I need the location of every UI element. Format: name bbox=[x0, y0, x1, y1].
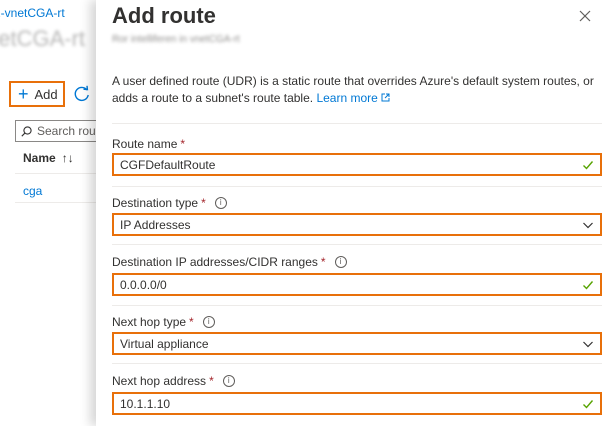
info-icon[interactable]: i bbox=[202, 316, 215, 328]
destination-type-value: IP Addresses bbox=[120, 217, 191, 232]
name-column-header[interactable]: Name ↑↓ bbox=[23, 151, 74, 165]
destination-type-label-text: Destination type bbox=[112, 196, 199, 210]
divider bbox=[112, 363, 602, 364]
close-icon[interactable] bbox=[578, 9, 592, 23]
route-table-blade: 2-vnetCGA-rt netCGA-rt + Add Search rout… bbox=[0, 0, 96, 426]
divider bbox=[112, 186, 602, 187]
destination-cidr-value: 0.0.0.0/0 bbox=[120, 277, 167, 292]
divider bbox=[112, 123, 602, 124]
next-hop-address-input[interactable]: 10.1.1.10 bbox=[112, 392, 602, 415]
next-hop-address-label: Next hop address * i bbox=[112, 374, 235, 388]
refresh-icon[interactable] bbox=[73, 85, 91, 103]
panel-title: Add route bbox=[112, 3, 216, 28]
divider bbox=[112, 244, 602, 245]
breadcrumb[interactable]: 2-vnetCGA-rt bbox=[0, 6, 65, 20]
divider bbox=[15, 202, 96, 203]
plus-icon: + bbox=[18, 84, 29, 104]
learn-more-label: Learn more bbox=[316, 91, 378, 105]
add-route-panel: Add route Ror intelliferen in vnetCGA-rt… bbox=[96, 0, 616, 426]
learn-more-link[interactable]: Learn more bbox=[316, 91, 390, 105]
next-hop-address-value: 10.1.1.10 bbox=[120, 396, 171, 411]
chevron-down-icon bbox=[583, 222, 593, 228]
external-link-icon bbox=[381, 93, 390, 102]
destination-cidr-label: Destination IP addresses/CIDR ranges * i bbox=[112, 255, 347, 269]
table-row[interactable]: cga bbox=[23, 184, 42, 198]
route-name-value: CGFDefaultRoute bbox=[120, 157, 216, 172]
add-button-label: Add bbox=[34, 86, 58, 102]
divider bbox=[112, 305, 602, 306]
route-name-input[interactable]: CGFDefaultRoute bbox=[112, 153, 602, 176]
destination-cidr-input[interactable]: 0.0.0.0/0 bbox=[112, 273, 602, 296]
add-route-button[interactable]: + Add bbox=[9, 81, 65, 107]
info-icon[interactable]: i bbox=[214, 197, 227, 209]
required-marker: * bbox=[201, 196, 206, 210]
divider bbox=[15, 173, 96, 174]
chevron-down-icon bbox=[583, 341, 593, 347]
sort-icon: ↑↓ bbox=[61, 151, 74, 165]
required-marker: * bbox=[320, 255, 326, 269]
required-marker: * bbox=[189, 315, 194, 329]
destination-type-select[interactable]: IP Addresses bbox=[112, 213, 602, 236]
checkmark-icon bbox=[583, 160, 594, 170]
checkmark-icon bbox=[583, 399, 594, 409]
column-label: Name bbox=[23, 151, 56, 165]
required-marker: * bbox=[209, 374, 214, 388]
required-marker: * bbox=[180, 137, 186, 151]
route-name-label: Route name * bbox=[112, 137, 185, 151]
search-icon bbox=[21, 125, 32, 137]
panel-subtitle: Ror intelliferen in vnetCGA-rt bbox=[112, 34, 240, 45]
next-hop-address-label-text: Next hop address bbox=[112, 374, 207, 388]
destination-type-label: Destination type * i bbox=[112, 196, 227, 210]
search-input[interactable]: Search rout bbox=[15, 120, 96, 142]
info-icon[interactable]: i bbox=[334, 256, 347, 268]
info-icon[interactable]: i bbox=[222, 375, 235, 387]
next-hop-type-label-text: Next hop type bbox=[112, 315, 187, 329]
next-hop-type-value: Virtual appliance bbox=[120, 336, 209, 351]
search-placeholder: Search rout bbox=[37, 124, 96, 138]
checkmark-icon bbox=[583, 280, 594, 290]
next-hop-type-label: Next hop type * i bbox=[112, 315, 215, 329]
next-hop-type-select[interactable]: Virtual appliance bbox=[112, 332, 602, 355]
panel-description: A user defined route (UDR) is a static r… bbox=[112, 73, 596, 107]
route-name-label-text: Route name bbox=[112, 137, 178, 151]
blade-title: netCGA-rt bbox=[0, 26, 86, 51]
destination-cidr-label-text: Destination IP addresses/CIDR ranges bbox=[112, 255, 318, 269]
